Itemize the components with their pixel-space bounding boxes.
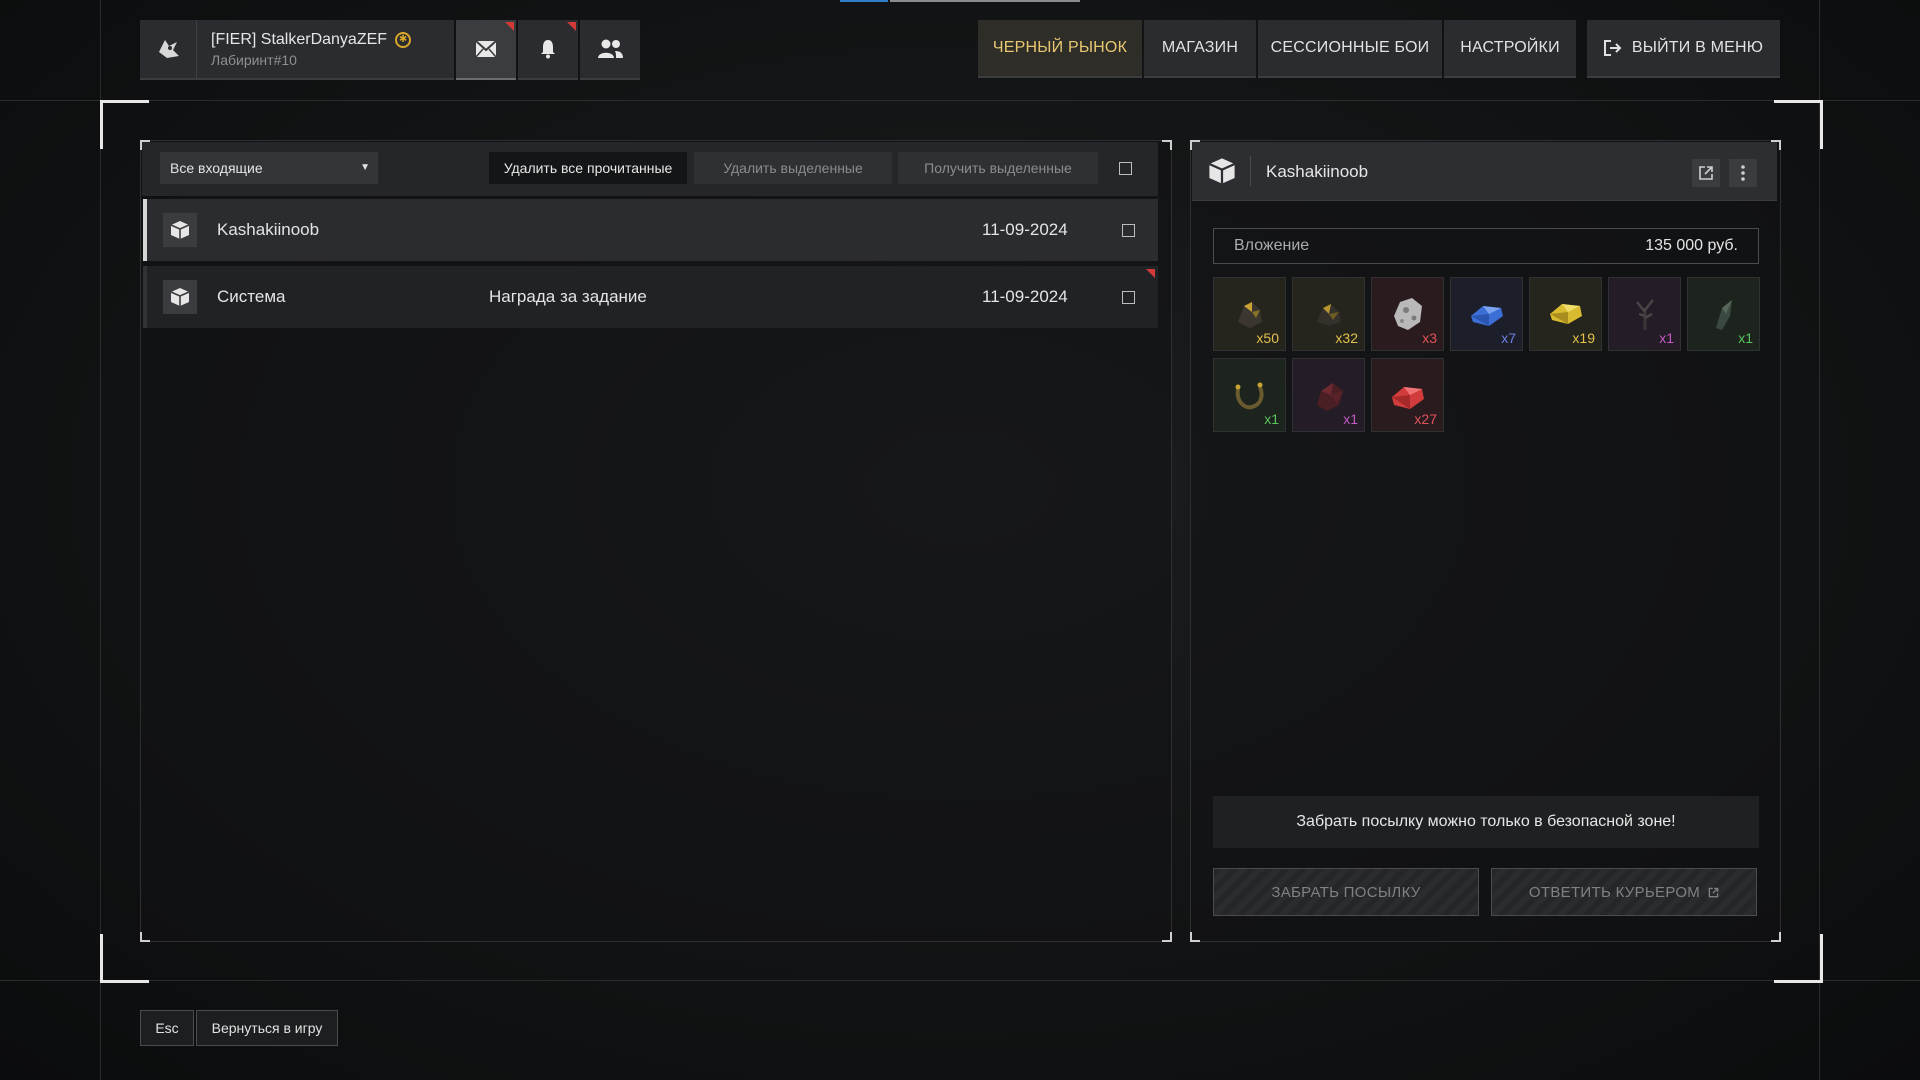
header-divider xyxy=(1250,156,1251,186)
more-options-button[interactable] xyxy=(1729,159,1757,187)
crystal-blue-icon xyxy=(1471,306,1503,326)
esc-key-hint[interactable]: Esc xyxy=(140,1010,194,1046)
item-slot[interactable]: x3 xyxy=(1371,277,1444,351)
panel-corner xyxy=(1162,932,1172,942)
item-count: x1 xyxy=(1738,330,1753,346)
item-slot[interactable]: x50 xyxy=(1213,277,1286,351)
item-slot[interactable]: x1 xyxy=(1292,358,1365,432)
item-slot[interactable]: x19 xyxy=(1529,277,1602,351)
item-count: x19 xyxy=(1572,330,1595,346)
message-row[interactable]: Kashakiinoob 11-09-2024 xyxy=(143,199,1158,261)
frame-corner-br xyxy=(1774,934,1823,983)
ore-red-icon xyxy=(1317,383,1343,411)
item-count: x7 xyxy=(1501,330,1516,346)
crystal-yellow-icon xyxy=(1550,304,1582,324)
select-all-checkbox[interactable] xyxy=(1119,162,1132,175)
reply-courier-button[interactable]: ОТВЕТИТЬ КУРЬЕРОМ xyxy=(1491,868,1757,916)
frame-line-top xyxy=(0,100,1920,101)
attachment-label: Вложение xyxy=(1234,237,1310,254)
parcel-icon xyxy=(163,213,197,247)
friends-button[interactable] xyxy=(580,20,640,80)
stone-white-icon xyxy=(1394,298,1422,330)
nav-settings[interactable]: НАСТРОЙКИ xyxy=(1444,20,1576,78)
item-count: x32 xyxy=(1335,330,1358,346)
mail-filter-value: Все входящие xyxy=(170,160,263,176)
item-count: x1 xyxy=(1343,411,1358,427)
item-slot[interactable]: x1 xyxy=(1213,358,1286,432)
item-slot[interactable]: x27 xyxy=(1371,358,1444,432)
top-accent-gray xyxy=(890,0,1080,2)
clan-logo-icon xyxy=(140,20,197,78)
item-count: x1 xyxy=(1659,330,1674,346)
mail-button[interactable] xyxy=(456,20,516,80)
panel-corner xyxy=(1771,932,1781,942)
attachment-bar: Вложение 135 000 руб. xyxy=(1213,228,1759,264)
message-row[interactable]: Система Награда за задание 11-09-2024 xyxy=(143,266,1158,328)
exit-icon xyxy=(1603,40,1622,56)
item-count: x27 xyxy=(1414,411,1437,427)
message-date: 11-09-2024 xyxy=(982,287,1068,306)
parcel-icon xyxy=(163,280,197,314)
frame-line-left xyxy=(100,0,101,1080)
nav-session-battles[interactable]: СЕССИОННЫЕ БОИ xyxy=(1258,20,1442,78)
ore-dark-icon xyxy=(1317,304,1341,326)
reply-courier-label: ОТВЕТИТЬ КУРЬЕРОМ xyxy=(1528,883,1701,901)
detail-sender: Kashakiinoob xyxy=(1266,162,1369,181)
item-count: x50 xyxy=(1256,330,1279,346)
exit-to-menu-button[interactable]: ВЫЙТИ В МЕНЮ xyxy=(1587,20,1780,78)
dropdown-arrow-icon: ▼ xyxy=(360,162,370,173)
mail-notify-marker xyxy=(505,22,514,31)
bell-notify-marker xyxy=(567,22,576,31)
frame-corner-tr xyxy=(1774,100,1823,149)
frame-line-bottom xyxy=(0,980,1920,981)
mail-icon xyxy=(475,40,497,58)
get-selected-button[interactable]: Получить выделенные xyxy=(898,152,1098,184)
unread-marker xyxy=(1146,269,1155,278)
nav-black-market[interactable]: ЧЕРНЫЙ РЫНОК xyxy=(978,20,1142,78)
delete-read-button[interactable]: Удалить все прочитанные xyxy=(489,152,687,184)
shard-green-icon xyxy=(1716,300,1732,330)
frame-line-right xyxy=(1819,0,1820,1080)
item-slot[interactable]: x1 xyxy=(1687,277,1760,351)
message-sender: Kashakiinoob xyxy=(217,220,320,239)
return-to-game-button[interactable]: Вернуться в игру xyxy=(196,1010,338,1046)
player-location: Лабиринт#10 xyxy=(211,51,297,68)
item-count: x1 xyxy=(1264,411,1279,427)
external-link-icon xyxy=(1708,887,1719,897)
panel-corner xyxy=(140,932,150,942)
player-name: [FIER] StalkerDanyaZEF xyxy=(211,30,388,48)
exit-label: ВЫЙТИ В МЕНЮ xyxy=(1631,39,1764,56)
mail-filter-select[interactable]: Все входящие ▼ xyxy=(160,152,378,184)
delete-selected-button[interactable]: Удалить выделенные xyxy=(694,152,892,184)
message-sender: Система xyxy=(217,287,286,306)
message-subject: Награда за задание xyxy=(489,287,647,306)
ring-icon xyxy=(1235,382,1264,410)
attachment-money: 135 000 руб. xyxy=(1645,237,1738,254)
nav-shop[interactable]: МАГАЗИН xyxy=(1144,20,1256,78)
take-parcel-button[interactable]: ЗАБРАТЬ ПОСЫЛКУ xyxy=(1213,868,1479,916)
sun-badge-icon: ✱ xyxy=(395,31,412,48)
message-checkbox[interactable] xyxy=(1122,290,1135,304)
crystal-red-icon xyxy=(1392,387,1424,409)
parcel-icon xyxy=(1208,157,1236,185)
item-slot[interactable]: x1 xyxy=(1608,277,1681,351)
ore-dark-icon xyxy=(1238,302,1262,328)
player-card[interactable]: [FIER] StalkerDanyaZEF ✱ Лабиринт#10 xyxy=(140,20,454,80)
item-count: x3 xyxy=(1422,330,1437,346)
message-checkbox[interactable] xyxy=(1122,223,1135,237)
open-external-button[interactable] xyxy=(1692,159,1720,187)
panel-corner xyxy=(1190,932,1200,942)
item-slot[interactable]: x32 xyxy=(1292,277,1365,351)
notifications-button[interactable] xyxy=(518,20,578,80)
plant-dark-icon xyxy=(1636,299,1654,330)
friends-icon xyxy=(598,39,623,58)
more-vertical-icon xyxy=(1741,165,1745,181)
bell-icon xyxy=(541,40,555,59)
item-slot[interactable]: x7 xyxy=(1450,277,1523,351)
message-date: 11-09-2024 xyxy=(982,220,1068,239)
safe-zone-warning: Забрать посылку можно только в безопасно… xyxy=(1213,796,1759,848)
panel-corner xyxy=(1162,140,1172,150)
external-link-icon xyxy=(1699,166,1713,180)
top-accent-blue xyxy=(840,0,888,2)
